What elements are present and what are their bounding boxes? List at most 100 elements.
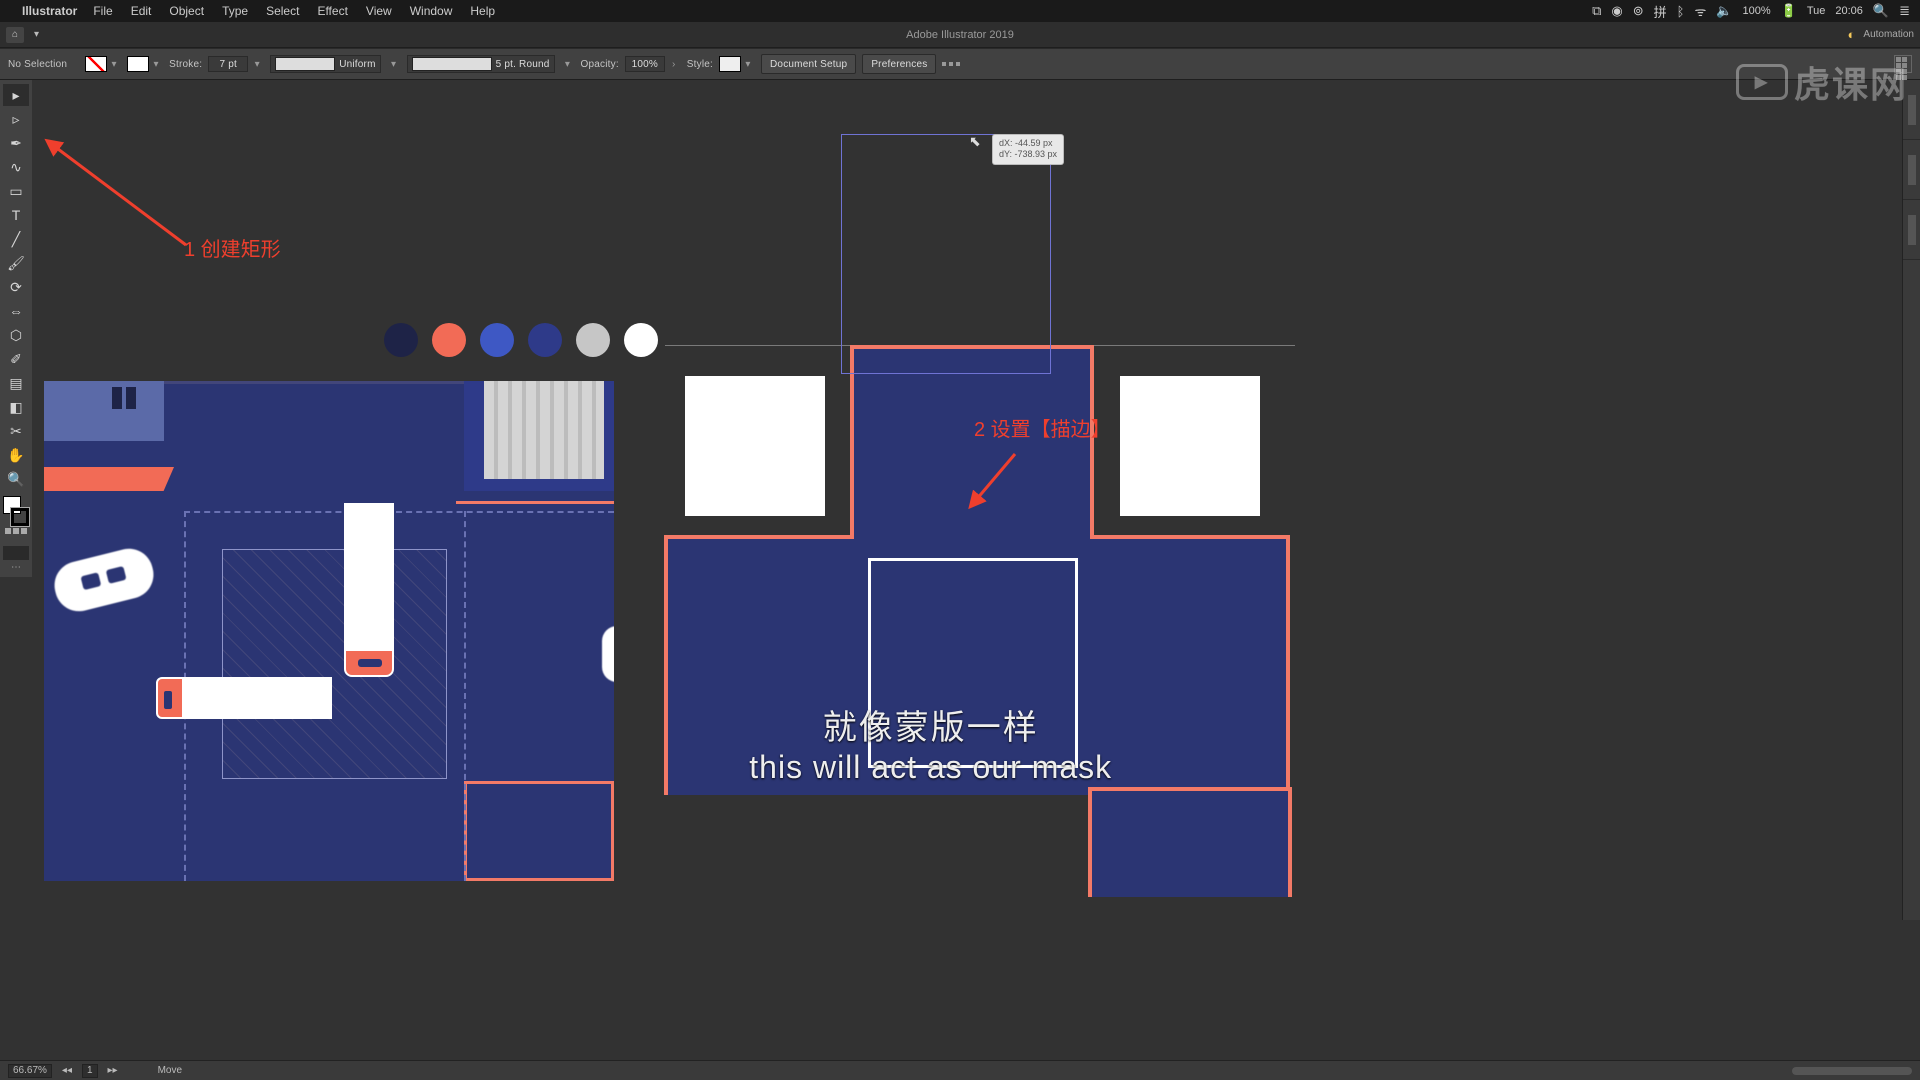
wall-block bbox=[685, 376, 825, 516]
eyedropper-tool[interactable]: ✐ bbox=[3, 348, 29, 370]
collapsed-panels[interactable] bbox=[1902, 80, 1920, 920]
curvature-tool[interactable]: ∿ bbox=[3, 156, 29, 178]
rectangle-tool[interactable]: ▭ bbox=[3, 180, 29, 202]
workspace-label[interactable]: Automation bbox=[1863, 29, 1914, 40]
drag-preview-box bbox=[841, 134, 1051, 374]
menu-extra-icon[interactable]: ≣ bbox=[1899, 3, 1910, 19]
palette-swatch[interactable] bbox=[384, 323, 418, 357]
zoom-tool[interactable]: 🔍 bbox=[3, 468, 29, 490]
smart-guide-tooltip: dX: -44.59 px dY: -738.93 px bbox=[993, 135, 1063, 164]
current-tool-label: Move bbox=[158, 1065, 182, 1076]
app-name[interactable]: Illustrator bbox=[22, 4, 77, 18]
line-tool[interactable]: ╱ bbox=[3, 228, 29, 250]
clock-time: 20:06 bbox=[1835, 5, 1863, 17]
opacity-value[interactable]: 100% bbox=[625, 56, 665, 72]
scrollbar-stub[interactable] bbox=[1792, 1067, 1912, 1075]
brush-dd[interactable]: ▾ bbox=[563, 59, 573, 70]
subtitle-en: this will act as our mask bbox=[749, 749, 1112, 786]
eraser-tool[interactable]: ◧ bbox=[3, 396, 29, 418]
width-tool[interactable]: ⇔ bbox=[3, 300, 29, 322]
search-help-icon[interactable]: ◐ bbox=[1848, 27, 1856, 42]
align-pin-icon[interactable] bbox=[942, 62, 960, 66]
menu-type[interactable]: Type bbox=[222, 4, 248, 18]
menu-window[interactable]: Window bbox=[410, 4, 453, 18]
smart-guide-dx: dX: -44.59 px bbox=[999, 138, 1057, 149]
stroke-weight-dd[interactable]: ▾ bbox=[252, 59, 262, 70]
clock-day: Tue bbox=[1807, 5, 1826, 17]
menu-view[interactable]: View bbox=[366, 4, 392, 18]
menu-help[interactable]: Help bbox=[470, 4, 495, 18]
status-icon[interactable]: ⊚ bbox=[1633, 3, 1644, 19]
annotation-1-text: 1 创建矩形 bbox=[184, 233, 281, 262]
bluetooth-icon[interactable]: ᛒ bbox=[1677, 4, 1685, 19]
hand-tool[interactable]: ✋ bbox=[3, 444, 29, 466]
menu-edit[interactable]: Edit bbox=[131, 4, 152, 18]
home-button[interactable]: ⌂ bbox=[6, 27, 24, 43]
palette-swatch[interactable] bbox=[480, 323, 514, 357]
color-palette bbox=[384, 323, 658, 357]
selection-tool[interactable]: ▸ bbox=[3, 84, 29, 106]
profile-dd[interactable]: ▾ bbox=[389, 59, 399, 70]
menubar-status: ⧉ ◉ ⊚ 拼 ᛒ ᯤ 🔈 100% 🔋 Tue 20:06 🔍 ≣ bbox=[1592, 2, 1910, 21]
style-dd[interactable]: ▾ bbox=[743, 59, 753, 70]
annotation-arrow-1 bbox=[46, 140, 206, 260]
zoom-level[interactable]: 66.67% bbox=[8, 1064, 52, 1078]
opacity-label: Opacity: bbox=[581, 59, 619, 70]
stroke-weight[interactable]: 7 pt bbox=[208, 56, 248, 72]
control-bar: No Selection ▾ ▾ Stroke: 7 pt▾ Uniform▾ … bbox=[0, 48, 1920, 80]
artboard-left bbox=[44, 381, 614, 881]
fill-dropdown[interactable]: ▾ bbox=[109, 59, 119, 70]
artboard-nav-next[interactable]: ▸▸ bbox=[108, 1065, 118, 1076]
fill-stroke-indicator[interactable] bbox=[3, 496, 29, 526]
preferences-button[interactable]: Preferences bbox=[862, 54, 936, 74]
menu-object[interactable]: Object bbox=[169, 4, 204, 18]
paintbrush-tool[interactable]: 🖌 bbox=[3, 252, 29, 274]
scissors-tool[interactable]: ✂ bbox=[3, 420, 29, 442]
color-mode-icons[interactable] bbox=[3, 528, 29, 542]
opacity-dd[interactable]: › bbox=[669, 59, 679, 70]
style-label: Style: bbox=[687, 59, 713, 70]
tools-panel: ▸ ▹ ✒ ∿ ▭ T ╱ 🖌 ⟳ ⇔ ⬡ ✐ ▤ ◧ ✂ ✋ 🔍 ⋯ bbox=[0, 80, 32, 577]
type-tool[interactable]: T bbox=[3, 204, 29, 226]
gradient-tool[interactable]: ▤ bbox=[3, 372, 29, 394]
annotation-arrow-2 bbox=[970, 450, 1030, 510]
status-bar: 66.67% ◂◂ 1 ▸▸ Move bbox=[0, 1060, 1920, 1080]
artboard-nav-prev[interactable]: ◂◂ bbox=[62, 1065, 72, 1076]
palette-swatch[interactable] bbox=[528, 323, 562, 357]
brush-definition[interactable]: 5 pt. Round bbox=[407, 55, 555, 73]
status-icon[interactable]: ⧉ bbox=[1592, 3, 1601, 19]
edit-toolbar-icon[interactable]: ⋯ bbox=[11, 562, 21, 573]
fill-swatch[interactable] bbox=[85, 56, 107, 72]
screen-mode-icon[interactable] bbox=[3, 546, 29, 560]
document-setup-button[interactable]: Document Setup bbox=[761, 54, 856, 74]
menu-file[interactable]: File bbox=[93, 4, 112, 18]
watermark-text: 虎课网 bbox=[1794, 56, 1908, 108]
graphic-style[interactable] bbox=[719, 56, 741, 72]
rotate-tool[interactable]: ⟳ bbox=[3, 276, 29, 298]
menu-effect[interactable]: Effect bbox=[317, 4, 347, 18]
watermark-logo-icon: ▶ bbox=[1736, 64, 1788, 100]
watermark: ▶ 虎课网 bbox=[1736, 56, 1908, 108]
arrange-docs-dropdown[interactable]: ▾ bbox=[30, 27, 43, 42]
pen-tool[interactable]: ✒ bbox=[3, 132, 29, 154]
menu-select[interactable]: Select bbox=[266, 4, 299, 18]
stroke-profile[interactable]: Uniform bbox=[270, 55, 380, 73]
input-method-icon[interactable]: 拼 bbox=[1654, 2, 1667, 21]
battery-icon[interactable]: 🔋 bbox=[1781, 3, 1797, 19]
stroke-swatch[interactable] bbox=[127, 56, 149, 72]
volume-icon[interactable]: 🔈 bbox=[1716, 3, 1732, 19]
shape-builder-tool[interactable]: ⬡ bbox=[3, 324, 29, 346]
palette-swatch[interactable] bbox=[576, 323, 610, 357]
palette-swatch[interactable] bbox=[624, 323, 658, 357]
direct-selection-tool[interactable]: ▹ bbox=[3, 108, 29, 130]
status-icon[interactable]: ◉ bbox=[1611, 3, 1622, 19]
stroke-label: Stroke: bbox=[169, 59, 202, 70]
canvas[interactable]: 1 创建矩形 bbox=[32, 80, 1902, 1060]
cursor-icon: ⬉ bbox=[969, 133, 981, 150]
stroke-dropdown[interactable]: ▾ bbox=[151, 59, 161, 70]
smart-guide-dy: dY: -738.93 px bbox=[999, 149, 1057, 160]
wifi-icon[interactable]: ᯤ bbox=[1694, 2, 1706, 20]
palette-swatch[interactable] bbox=[432, 323, 466, 357]
artboard-number[interactable]: 1 bbox=[82, 1064, 98, 1078]
spotlight-icon[interactable]: 🔍 bbox=[1873, 3, 1889, 19]
